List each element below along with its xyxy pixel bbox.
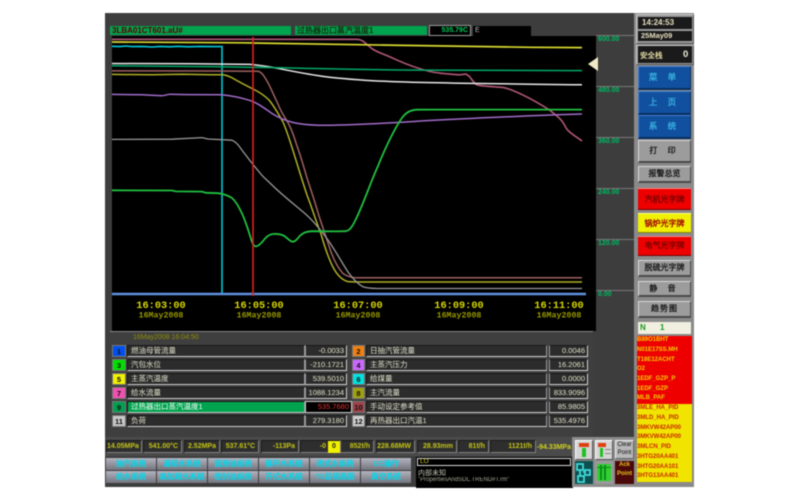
svg-text:16:03:00: 16:03:00 xyxy=(136,300,185,312)
svg-text:16May2008: 16May2008 xyxy=(139,312,184,321)
svg-text:16:07:00: 16:07:00 xyxy=(333,300,382,312)
svg-text:16May2008: 16May2008 xyxy=(537,312,582,321)
svg-text:16May2008: 16May2008 xyxy=(237,312,282,321)
svg-text:16May2008: 16May2008 xyxy=(336,312,381,321)
svg-text:16:05:00: 16:05:00 xyxy=(234,300,283,312)
svg-text:16:11:00: 16:11:00 xyxy=(534,300,583,312)
svg-text:16May2008: 16May2008 xyxy=(437,312,482,321)
svg-text:16:09:00: 16:09:00 xyxy=(434,300,483,312)
